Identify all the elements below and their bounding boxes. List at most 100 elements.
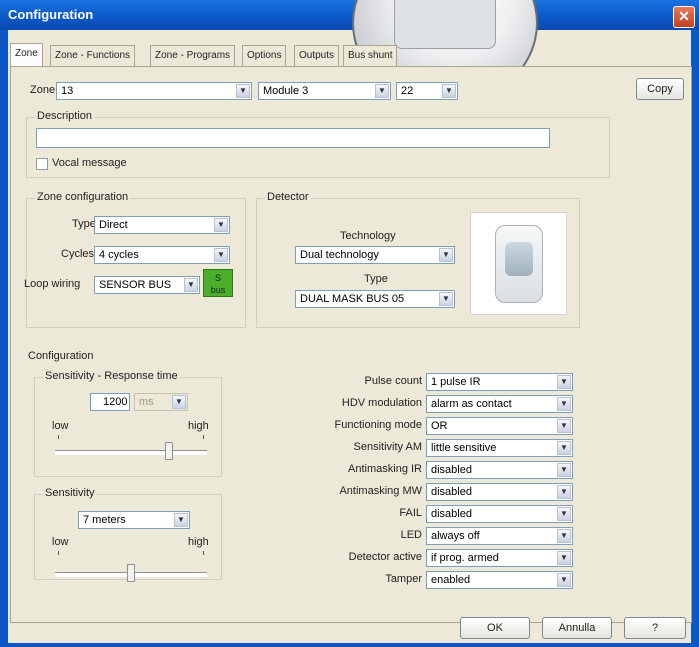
chevron-down-icon[interactable]: ▼ xyxy=(557,419,571,433)
sensitivity-am-value: little sensitive xyxy=(431,442,497,454)
sensitivity-high-label: high xyxy=(188,536,209,548)
tamper-select[interactable]: enabled ▼ xyxy=(426,571,573,589)
chevron-down-icon[interactable]: ▼ xyxy=(375,84,389,98)
hdv-modulation-select[interactable]: alarm as contact ▼ xyxy=(426,395,573,413)
pulse-count-label: Pulse count xyxy=(364,375,422,387)
detector-active-value: if prog. armed xyxy=(431,552,499,564)
tab-zone[interactable]: Zone xyxy=(10,43,43,66)
detector-type-value: DUAL MASK BUS 05 xyxy=(300,293,405,305)
detector-photo-detail xyxy=(394,0,496,49)
chevron-down-icon[interactable]: ▼ xyxy=(557,375,571,389)
chevron-down-icon[interactable]: ▼ xyxy=(174,513,188,527)
led-value: always off xyxy=(431,530,480,542)
tamper-label: Tamper xyxy=(385,573,422,585)
led-select[interactable]: always off ▼ xyxy=(426,527,573,545)
close-button[interactable]: ✕ xyxy=(673,6,695,28)
technology-label: Technology xyxy=(340,230,396,242)
detector-title: Detector xyxy=(265,191,311,203)
chevron-down-icon[interactable]: ▼ xyxy=(557,507,571,521)
zone-select-value: 13 xyxy=(61,85,74,97)
pulse-count-select[interactable]: 1 pulse IR ▼ xyxy=(426,373,573,391)
slider-tick xyxy=(58,435,59,439)
tab-bus-shunt[interactable]: Bus shunt xyxy=(343,45,398,66)
copy-button[interactable]: Copy xyxy=(636,78,684,100)
chevron-down-icon[interactable]: ▼ xyxy=(557,441,571,455)
response-low-label: low xyxy=(52,420,69,432)
vocal-message-checkbox[interactable] xyxy=(36,158,48,170)
chevron-down-icon[interactable]: ▼ xyxy=(214,248,228,262)
chevron-down-icon[interactable]: ▼ xyxy=(557,397,571,411)
chevron-down-icon[interactable]: ▼ xyxy=(439,248,453,262)
technology-select[interactable]: Dual technology ▼ xyxy=(295,246,455,264)
help-button[interactable]: ? xyxy=(624,617,686,639)
functioning-mode-label: Functioning mode xyxy=(334,419,422,431)
sensor-bus-button[interactable]: S bus xyxy=(203,269,233,297)
response-time-input[interactable]: 1200 xyxy=(90,393,130,411)
chevron-down-icon[interactable]: ▼ xyxy=(442,84,456,98)
antimasking-ir-value: disabled xyxy=(431,464,472,476)
detector-lens-icon xyxy=(505,242,533,276)
vocal-message-label: Vocal message xyxy=(52,157,127,169)
chevron-down-icon[interactable]: ▼ xyxy=(184,278,198,292)
led-label: LED xyxy=(400,529,422,541)
zone-select[interactable]: 13 ▼ xyxy=(56,82,252,100)
configuration-title: Configuration xyxy=(28,350,94,362)
chevron-down-icon[interactable]: ▼ xyxy=(557,573,571,587)
antimasking-ir-select[interactable]: disabled ▼ xyxy=(426,461,573,479)
loop-wiring-label: Loop wiring xyxy=(24,278,81,290)
sensitivity-am-label: Sensitivity AM xyxy=(353,441,422,453)
sensor-bus-line2: bus xyxy=(210,285,226,295)
hdv-modulation-value: alarm as contact xyxy=(431,398,512,410)
chevron-down-icon[interactable]: ▼ xyxy=(557,463,571,477)
chevron-down-icon[interactable]: ▼ xyxy=(236,84,250,98)
response-slider-track[interactable] xyxy=(55,450,207,455)
tamper-value: enabled xyxy=(431,574,471,586)
chevron-down-icon[interactable]: ▼ xyxy=(439,292,453,306)
description-input[interactable] xyxy=(36,128,550,148)
fail-select[interactable]: disabled ▼ xyxy=(426,505,573,523)
loop-wiring-value: SENSOR BUS xyxy=(99,279,172,291)
sensitivity-value: 7 meters xyxy=(83,514,126,526)
description-title: Description xyxy=(35,110,95,122)
antimasking-mw-label: Antimasking MW xyxy=(339,485,422,497)
module-select[interactable]: Module 3 ▼ xyxy=(258,82,391,100)
zone-type-select[interactable]: Direct ▼ xyxy=(94,216,230,234)
detector-active-select[interactable]: if prog. armed ▼ xyxy=(426,549,573,567)
configuration-window: Configuration ✕ Zone Zone - Functions Zo… xyxy=(0,0,699,647)
detector-active-label: Detector active xyxy=(348,551,422,563)
sensitivity-am-select[interactable]: little sensitive ▼ xyxy=(426,439,573,457)
fail-value: disabled xyxy=(431,508,472,520)
antimasking-mw-value: disabled xyxy=(431,486,472,498)
sensitivity-slider-thumb[interactable] xyxy=(127,564,135,582)
module-number-select[interactable]: 22 ▼ xyxy=(396,82,458,100)
antimasking-mw-select[interactable]: disabled ▼ xyxy=(426,483,573,501)
loop-wiring-select[interactable]: SENSOR BUS ▼ xyxy=(94,276,200,294)
chevron-down-icon[interactable]: ▼ xyxy=(557,529,571,543)
sensitivity-select[interactable]: 7 meters ▼ xyxy=(78,511,190,529)
tab-options[interactable]: Options xyxy=(242,45,287,66)
response-slider-thumb[interactable] xyxy=(165,442,173,460)
functioning-mode-select[interactable]: OR ▼ xyxy=(426,417,573,435)
functioning-mode-value: OR xyxy=(431,420,448,432)
chevron-down-icon[interactable]: ▼ xyxy=(557,551,571,565)
detector-type-select[interactable]: DUAL MASK BUS 05 ▼ xyxy=(295,290,455,308)
cancel-button[interactable]: Annulla xyxy=(542,617,612,639)
window-border-bottom xyxy=(0,643,699,647)
response-time-value: 1200 xyxy=(103,396,128,408)
cycles-value: 4 cycles xyxy=(99,249,139,261)
ok-button[interactable]: OK xyxy=(460,617,530,639)
tab-outputs[interactable]: Outputs xyxy=(294,45,340,66)
tab-zone-functions[interactable]: Zone - Functions xyxy=(50,45,136,66)
title-bar[interactable]: Configuration ✕ xyxy=(0,0,699,30)
chevron-down-icon[interactable]: ▼ xyxy=(557,485,571,499)
response-unit-select: ms ▼ xyxy=(134,393,188,411)
window-border-right xyxy=(691,30,699,647)
cycles-label: Cycles xyxy=(61,248,95,260)
tab-zone-programs[interactable]: Zone - Programs xyxy=(150,45,236,66)
detector-type-label: Type xyxy=(364,273,388,285)
cycles-select[interactable]: 4 cycles ▼ xyxy=(94,246,230,264)
detector-body-icon xyxy=(495,225,543,303)
sensor-bus-line1: S xyxy=(214,273,221,283)
response-high-label: high xyxy=(188,420,209,432)
chevron-down-icon[interactable]: ▼ xyxy=(214,218,228,232)
